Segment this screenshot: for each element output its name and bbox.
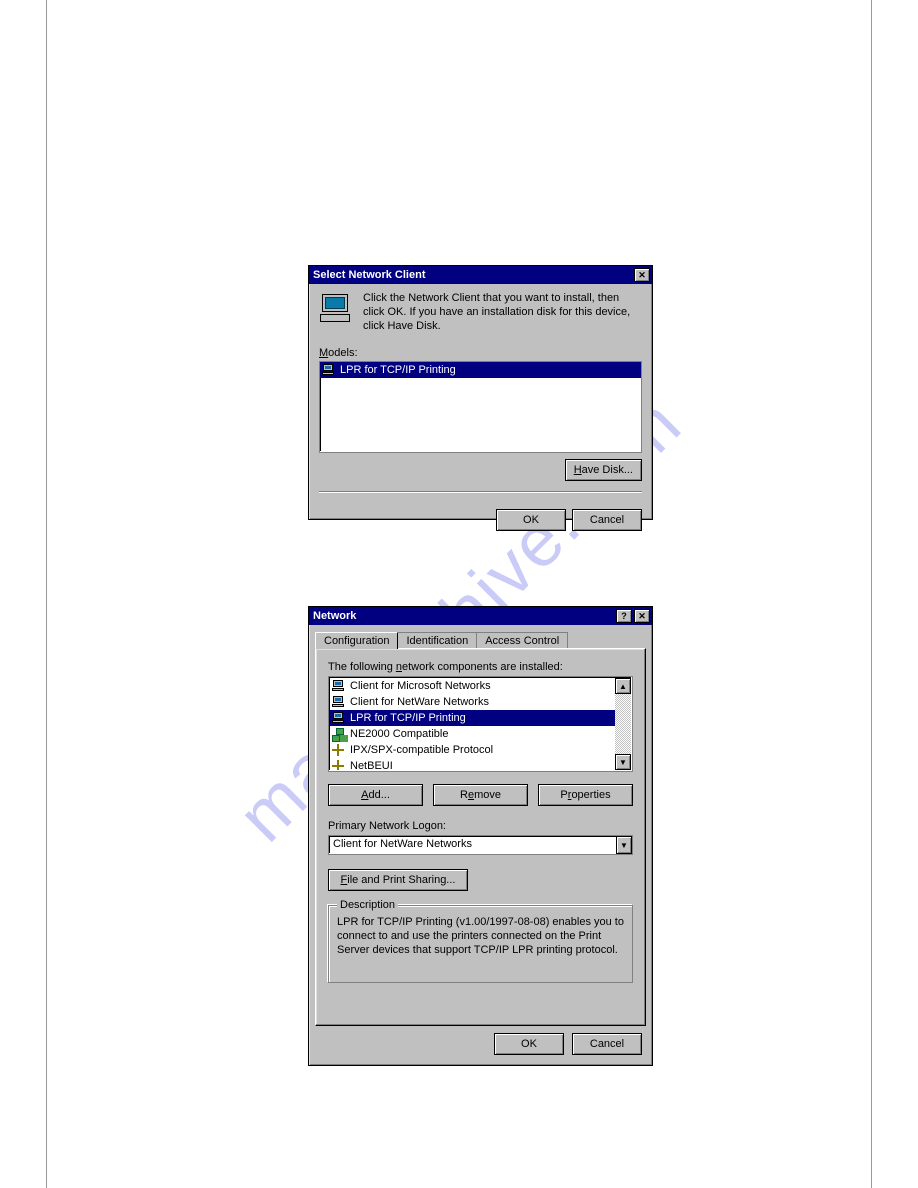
protocol-icon bbox=[332, 744, 346, 756]
network-dialog: Network ? ✕ Configuration Identification… bbox=[308, 606, 653, 1066]
primary-logon-label: Primary Network Logon: bbox=[328, 820, 633, 832]
cancel-button[interactable]: Cancel bbox=[572, 509, 642, 531]
select-network-client-dialog: Select Network Client ✕ Click the Networ… bbox=[308, 265, 653, 520]
tab-access-control[interactable]: Access Control bbox=[476, 632, 568, 649]
scrollbar[interactable]: ▲ ▼ bbox=[615, 678, 631, 770]
components-listbox[interactable]: Client for Microsoft Networks Client for… bbox=[328, 676, 633, 772]
list-item-label: NE2000 Compatible bbox=[350, 728, 448, 740]
instruction-text: Click the Network Client that you want t… bbox=[363, 292, 642, 333]
scroll-track[interactable] bbox=[615, 694, 631, 754]
client-icon bbox=[332, 680, 346, 692]
components-label: The following network components are ins… bbox=[328, 661, 633, 673]
tab-configuration[interactable]: Configuration bbox=[315, 632, 398, 649]
chevron-down-icon[interactable]: ▼ bbox=[616, 836, 632, 854]
file-print-sharing-button[interactable]: File and Print Sharing... bbox=[328, 869, 468, 891]
cancel-button[interactable]: Cancel bbox=[572, 1033, 642, 1055]
list-item-label: Client for Microsoft Networks bbox=[350, 680, 491, 692]
tab-panel-configuration: The following network components are ins… bbox=[315, 648, 646, 1026]
list-item-label: NetBEUI bbox=[350, 760, 393, 770]
list-item-label: LPR for TCP/IP Printing bbox=[340, 364, 456, 376]
description-legend: Description bbox=[337, 899, 398, 911]
models-label: Models: bbox=[319, 347, 642, 359]
client-icon bbox=[332, 712, 346, 724]
list-item[interactable]: Client for Microsoft Networks bbox=[330, 678, 615, 694]
list-item-label: IPX/SPX-compatible Protocol bbox=[350, 744, 493, 756]
list-item[interactable]: LPR for TCP/IP Printing bbox=[320, 362, 641, 378]
tab-strip: Configuration Identification Access Cont… bbox=[309, 625, 652, 648]
ok-button[interactable]: OK bbox=[496, 509, 566, 531]
page-border-left bbox=[46, 0, 47, 1188]
scroll-up-icon[interactable]: ▲ bbox=[615, 678, 631, 694]
list-item[interactable]: NetBEUI bbox=[330, 758, 615, 770]
models-listbox[interactable]: LPR for TCP/IP Printing bbox=[319, 361, 642, 453]
page-border-right bbox=[871, 0, 872, 1188]
properties-button[interactable]: Properties bbox=[538, 784, 633, 806]
scroll-down-icon[interactable]: ▼ bbox=[615, 754, 631, 770]
list-item[interactable]: NE2000 Compatible bbox=[330, 726, 615, 742]
computer-icon bbox=[319, 292, 353, 326]
remove-button[interactable]: Remove bbox=[433, 784, 528, 806]
dialog-title: Select Network Client bbox=[313, 269, 425, 281]
separator-line bbox=[319, 491, 642, 493]
list-item-label: Client for NetWare Networks bbox=[350, 696, 489, 708]
help-icon[interactable]: ? bbox=[616, 609, 632, 623]
list-item-label: LPR for TCP/IP Printing bbox=[350, 712, 466, 724]
primary-logon-value: Client for NetWare Networks bbox=[329, 836, 616, 854]
close-icon[interactable]: ✕ bbox=[634, 609, 650, 623]
primary-logon-combo[interactable]: Client for NetWare Networks ▼ bbox=[328, 835, 633, 855]
dialog-titlebar[interactable]: Network ? ✕ bbox=[309, 607, 652, 625]
client-icon bbox=[322, 364, 336, 376]
dialog-title: Network bbox=[313, 610, 356, 622]
close-icon[interactable]: ✕ bbox=[634, 268, 650, 282]
list-item[interactable]: LPR for TCP/IP Printing bbox=[330, 710, 615, 726]
description-groupbox: Description LPR for TCP/IP Printing (v1.… bbox=[328, 905, 633, 983]
client-icon bbox=[332, 696, 346, 708]
ok-button[interactable]: OK bbox=[494, 1033, 564, 1055]
description-text: LPR for TCP/IP Printing (v1.00/1997-08-0… bbox=[337, 916, 624, 957]
tab-identification[interactable]: Identification bbox=[397, 632, 477, 649]
adapter-icon bbox=[332, 728, 346, 740]
have-disk-button[interactable]: Have Disk... bbox=[565, 459, 642, 481]
list-item[interactable]: IPX/SPX-compatible Protocol bbox=[330, 742, 615, 758]
protocol-icon bbox=[332, 760, 346, 770]
list-item[interactable]: Client for NetWare Networks bbox=[330, 694, 615, 710]
add-button[interactable]: Add... bbox=[328, 784, 423, 806]
dialog-titlebar[interactable]: Select Network Client ✕ bbox=[309, 266, 652, 284]
